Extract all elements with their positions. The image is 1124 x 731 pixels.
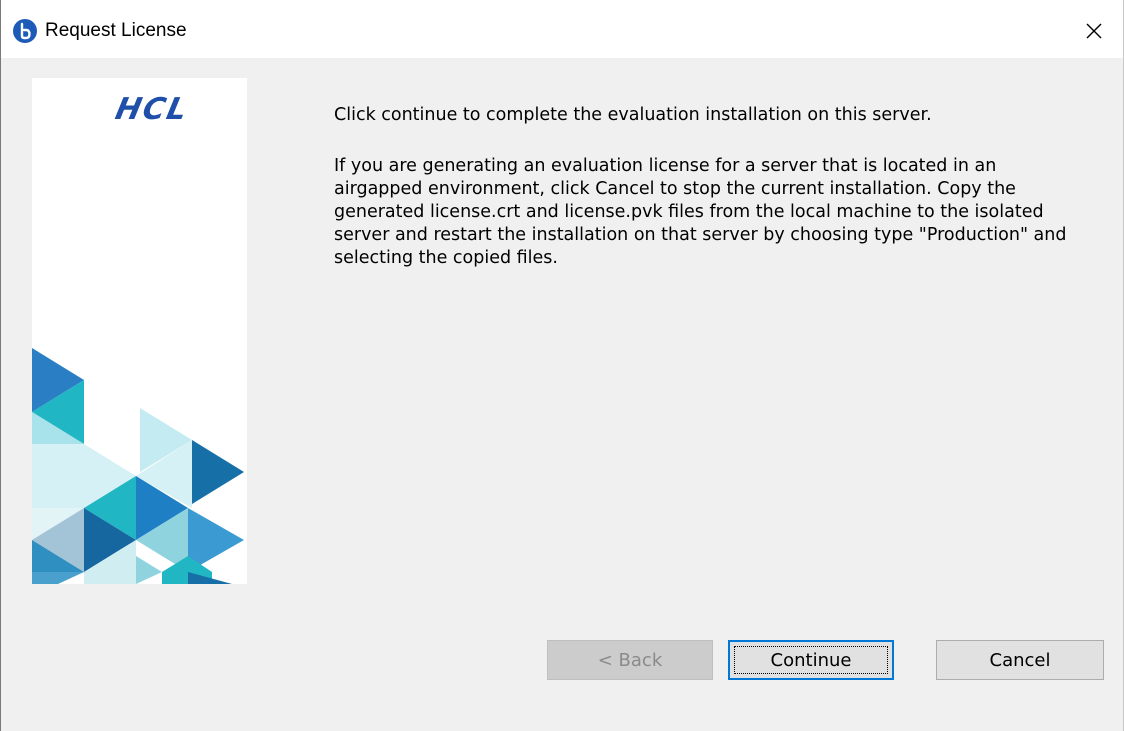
message-area: Click continue to complete the evaluatio… — [334, 104, 1074, 270]
decorative-triangle-pattern — [32, 348, 244, 584]
cancel-button-label: Cancel — [989, 649, 1051, 671]
continue-button-label: Continue — [770, 649, 852, 671]
continue-button[interactable]: Continue — [728, 640, 894, 680]
hcl-brand-panel: HCL — [32, 78, 247, 584]
window-title: Request License — [45, 20, 187, 41]
instruction-detail: If you are generating an evaluation lice… — [334, 156, 1067, 268]
back-button-label: < Back — [597, 649, 663, 671]
request-license-dialog: Request License HCL Click continue to co… — [0, 0, 1124, 731]
continue-focus-rect: Continue — [732, 644, 890, 676]
back-button[interactable]: < Back — [547, 640, 713, 680]
app-logo-icon — [13, 19, 37, 43]
title-bar: Request License — [1, 0, 1123, 58]
cancel-button[interactable]: Cancel — [936, 640, 1104, 680]
close-icon[interactable] — [1073, 12, 1113, 48]
instruction-lead: Click continue to complete the evaluatio… — [334, 105, 932, 125]
